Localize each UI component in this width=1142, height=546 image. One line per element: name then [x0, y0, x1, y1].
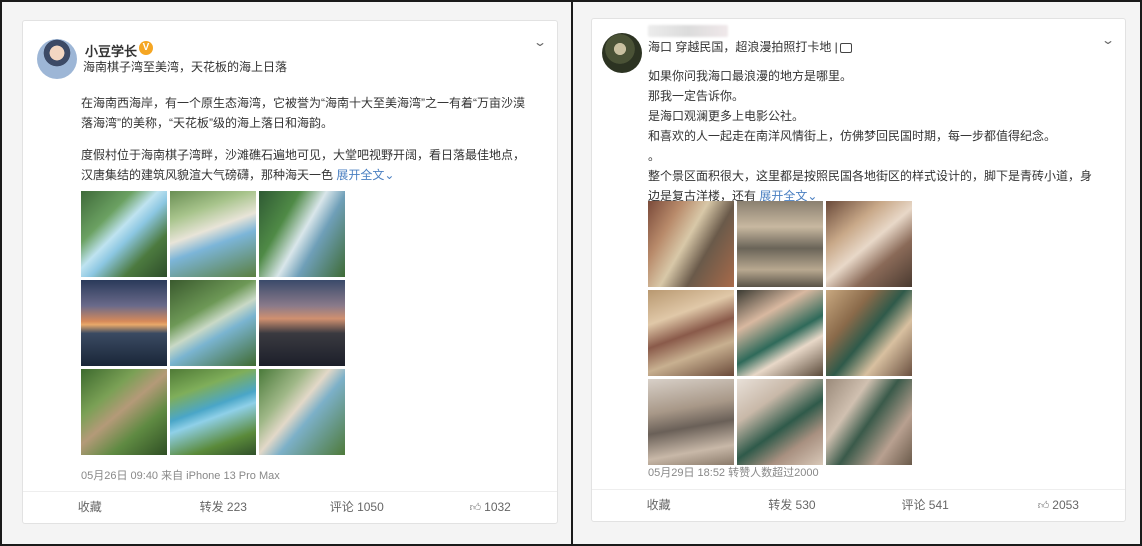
thumbs-up-icon: 👍︎	[1037, 500, 1050, 512]
right-screenshot-panel: 海口 穿越民国，超浪漫拍照打卡地 | ⌄ 如果你问我海口最浪漫的地方是哪里。 那…	[571, 0, 1142, 546]
post-image[interactable]	[826, 201, 912, 287]
avatar[interactable]	[602, 33, 642, 73]
post-image[interactable]	[737, 379, 823, 465]
post-line-text: 汉唐集结的建筑风貌渲大气磅礴，那种海天一色	[81, 168, 337, 182]
post-timestamp: 05月26日 09:40 来自 iPhone 13 Pro Max	[81, 470, 280, 482]
thumbs-up-icon: 👍︎	[469, 502, 482, 514]
post-image[interactable]	[259, 280, 345, 366]
avatar[interactable]	[37, 39, 77, 79]
comment-button[interactable]: 评论 1050	[290, 492, 424, 523]
post-line: 是海口观澜更多上电影公社。	[648, 109, 805, 123]
post-image[interactable]	[648, 201, 734, 287]
post-line: 如果你问我海口最浪漫的地方是哪里。	[648, 69, 853, 83]
repost-button[interactable]: 转发 223	[157, 492, 291, 523]
post-line: 在海南西海岸，有一个原生态海湾，它被誉为“海南十大至美海湾”之一有着“万亩沙漠	[81, 96, 525, 110]
post-line: 落海湾”的美称，“天花板”级的海上落日和海韵。	[81, 116, 333, 130]
verified-badge-icon: V	[139, 41, 153, 55]
post-line: 汉唐集结的建筑风貌渲大气磅礴，那种海天一色 展开全文⌄	[81, 165, 551, 185]
image-icon	[839, 42, 852, 53]
repost-label: 转发 223	[199, 500, 247, 514]
comment-label: 评论 541	[901, 498, 949, 512]
post-line: 度假村位于海南棋子湾畔，沙滩礁石遍地可见，大堂吧视野开阔，看日落最佳地点，	[81, 148, 526, 162]
post-image[interactable]	[826, 379, 912, 465]
post-image[interactable]	[81, 280, 167, 366]
repost-button[interactable]: 转发 530	[725, 490, 858, 521]
repost-label: 转发 530	[768, 498, 816, 512]
like-count: 2053	[1052, 498, 1079, 512]
post-title: 海南棋子湾至美湾，天花板的海上日落	[83, 60, 288, 74]
left-screenshot-panel: 小豆学长 V 海南棋子湾至美湾，天花板的海上日落 ⌄ 在海南西海岸，有一个原生态…	[0, 0, 573, 546]
post-image[interactable]	[81, 369, 167, 455]
chevron-down-icon[interactable]: ⌄	[1101, 33, 1115, 47]
comment-label: 评论 1050	[329, 500, 384, 514]
like-button[interactable]: 👍︎ 2053	[992, 490, 1125, 521]
post-line: 和喜欢的人一起走在南洋风情街上，仿佛梦回民国时期，每一步都值得纪念。	[648, 129, 1057, 143]
chevron-down-icon[interactable]: ⌄	[384, 168, 394, 182]
action-bar: 收藏 转发 530 评论 541 👍︎ 2053	[592, 489, 1125, 521]
post-line: 。	[648, 149, 661, 163]
post-image[interactable]	[81, 191, 167, 277]
post-image[interactable]	[170, 280, 256, 366]
post-body: 在海南西海岸，有一个原生态海湾，它被誉为“海南十大至美海湾”之一有着“万亩沙漠 …	[81, 93, 551, 185]
post-title: 海口 穿越民国，超浪漫拍照打卡地 |	[648, 38, 852, 55]
favorite-label: 收藏	[77, 500, 102, 514]
favorite-label: 收藏	[646, 498, 671, 512]
post-image[interactable]	[737, 290, 823, 376]
favorite-button[interactable]: 收藏	[592, 490, 725, 521]
post-body: 如果你问我海口最浪漫的地方是哪里。 那我一定告诉你。 是海口观澜更多上电影公社。…	[648, 66, 1118, 206]
expand-full-text-link[interactable]: 展开全文	[336, 168, 384, 182]
like-count: 1032	[484, 500, 511, 514]
weibo-post-card: 小豆学长 V 海南棋子湾至美湾，天花板的海上日落 ⌄ 在海南西海岸，有一个原生态…	[22, 20, 558, 524]
post-image[interactable]	[648, 290, 734, 376]
weibo-post-card: 海口 穿越民国，超浪漫拍照打卡地 | ⌄ 如果你问我海口最浪漫的地方是哪里。 那…	[591, 18, 1126, 522]
like-button[interactable]: 👍︎ 1032	[424, 492, 558, 523]
post-image[interactable]	[648, 379, 734, 465]
post-line: 整个景区面积很大，这里都是按照民国各地街区的样式设计的，脚下是青砖小道，身	[648, 169, 1093, 183]
action-bar: 收藏 转发 223 评论 1050 👍︎ 1032	[23, 491, 557, 523]
post-image[interactable]	[737, 201, 823, 287]
post-timestamp: 05月29日 18:52 转赞人数超过2000	[648, 467, 819, 479]
image-grid	[648, 201, 912, 465]
image-grid	[81, 191, 345, 455]
favorite-button[interactable]: 收藏	[23, 492, 157, 523]
blurred-username	[648, 25, 728, 37]
post-title-text: 海口 穿越民国，超浪漫拍照打卡地 |	[648, 40, 838, 54]
comment-button[interactable]: 评论 541	[859, 490, 992, 521]
post-line: 那我一定告诉你。	[648, 89, 745, 103]
post-image[interactable]	[259, 369, 345, 455]
post-image[interactable]	[259, 191, 345, 277]
post-image[interactable]	[170, 191, 256, 277]
post-image[interactable]	[826, 290, 912, 376]
chevron-down-icon[interactable]: ⌄	[533, 35, 547, 49]
post-image[interactable]	[170, 369, 256, 455]
